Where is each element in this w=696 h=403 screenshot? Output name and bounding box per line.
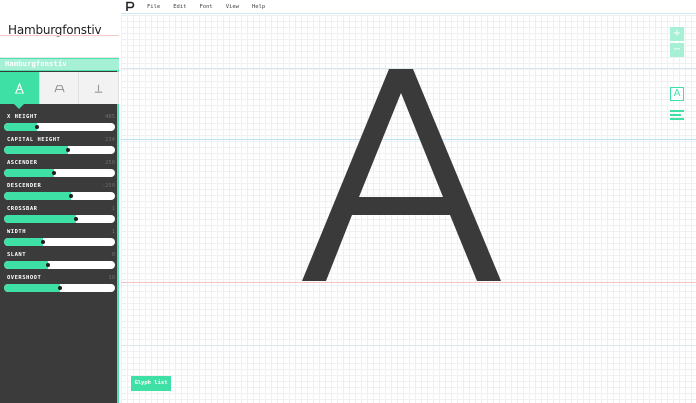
param-label: OVERSHOOT xyxy=(7,275,42,281)
glyph-a[interactable] xyxy=(271,65,531,295)
param-slider[interactable] xyxy=(4,192,115,200)
param-width: WIDTH 1 xyxy=(0,227,119,250)
param-capital-height: CAPITAL HEIGHT 234 xyxy=(0,135,119,158)
slider-handle[interactable] xyxy=(68,194,73,198)
slider-handle[interactable] xyxy=(51,171,56,175)
param-slider[interactable] xyxy=(4,215,115,223)
param-label: WIDTH xyxy=(7,229,27,235)
param-label: X HEIGHT xyxy=(7,114,38,120)
slider-fill xyxy=(4,261,49,269)
menu-edit[interactable]: Edit xyxy=(173,4,186,10)
sidebar: Hamburgfonstiv Hamburgfonstiv X HEIGHT 48… xyxy=(0,0,120,403)
param-label: SLANT xyxy=(7,252,27,258)
font-preview: Hamburgfonstiv xyxy=(0,0,119,58)
param-value: 1 xyxy=(111,229,115,235)
param-ascender: ASCENDER 250 xyxy=(0,158,119,181)
param-slider[interactable] xyxy=(4,238,115,246)
param-x-height: X HEIGHT 485 xyxy=(0,112,119,135)
prototypo-logo xyxy=(123,0,137,14)
menu-font[interactable]: Font xyxy=(200,4,213,10)
glyph-list-button[interactable]: Glyph list xyxy=(131,376,171,391)
slider-handle[interactable] xyxy=(57,286,62,290)
slider-fill xyxy=(4,238,43,246)
preview-baseline xyxy=(0,35,119,36)
slider-fill xyxy=(4,284,60,292)
param-slider[interactable] xyxy=(4,123,115,131)
parameter-list: X HEIGHT 485 CAPITAL HEIGHT 234 ASCENDER 250 D… xyxy=(0,112,119,296)
tab-serif-params[interactable] xyxy=(79,72,120,104)
slider-fill xyxy=(4,146,69,154)
menu-view[interactable]: View xyxy=(226,4,239,10)
param-value: 234 xyxy=(105,137,115,143)
glyph-mode-button[interactable]: A xyxy=(670,87,684,101)
slider-handle[interactable] xyxy=(40,240,45,244)
glyph-canvas[interactable]: + − A xyxy=(121,15,696,403)
param-label: ASCENDER xyxy=(7,160,38,166)
param-label: CROSSBAR xyxy=(7,206,38,212)
menu-file[interactable]: File xyxy=(147,4,160,10)
param-value: 0 xyxy=(111,252,115,258)
param-value: 485 xyxy=(105,114,115,120)
param-descender: DESCENDER -250 xyxy=(0,181,119,204)
param-label: DESCENDER xyxy=(7,183,42,189)
font-selector[interactable]: Hamburgfonstiv xyxy=(0,58,119,71)
menu-help[interactable]: Help xyxy=(252,4,265,10)
param-tabs xyxy=(0,72,120,109)
tab-font-params[interactable] xyxy=(39,72,80,104)
serif-icon xyxy=(94,84,103,93)
menu-bar: File Edit Font View Help xyxy=(121,0,696,14)
param-slider[interactable] xyxy=(4,146,115,154)
font-name: Hamburgfonstiv xyxy=(5,60,67,68)
slider-fill xyxy=(4,192,71,200)
align-icon[interactable] xyxy=(670,110,684,121)
slider-fill xyxy=(4,123,38,131)
param-crossbar: CROSSBAR 1 xyxy=(0,204,119,227)
slider-fill xyxy=(4,215,77,223)
param-value: -250 xyxy=(101,183,115,189)
slider-fill xyxy=(4,169,54,177)
param-value: 1 xyxy=(111,206,115,212)
param-label: CAPITAL HEIGHT xyxy=(7,137,61,143)
letter-ab-icon xyxy=(53,84,65,92)
tab-glyph-params[interactable] xyxy=(0,72,40,109)
param-slant: SLANT 0 xyxy=(0,250,119,273)
param-overshoot: OVERSHOOT 10 xyxy=(0,273,119,296)
param-slider[interactable] xyxy=(4,169,115,177)
descender-guide xyxy=(121,345,696,346)
zoom-out-button[interactable]: − xyxy=(670,43,684,57)
param-value: 10 xyxy=(108,275,115,281)
zoom-in-button[interactable]: + xyxy=(670,27,684,41)
letter-a-icon xyxy=(14,81,24,94)
param-value: 250 xyxy=(105,160,115,166)
param-slider[interactable] xyxy=(4,261,115,269)
